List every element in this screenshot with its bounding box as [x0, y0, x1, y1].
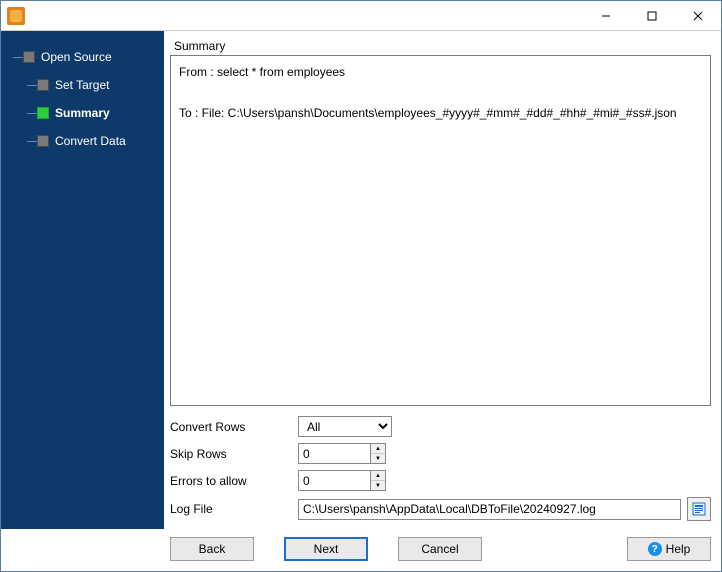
step-icon [37, 135, 49, 147]
maximize-icon [647, 11, 657, 21]
errors-spinner[interactable]: ▲ ▼ [298, 470, 386, 491]
skip-rows-spinner[interactable]: ▲ ▼ [298, 443, 386, 464]
help-button[interactable]: ? Help [627, 537, 711, 561]
minimize-icon [601, 11, 611, 21]
wizard-window: Open Source Set Target Summary Convert D… [0, 0, 722, 572]
close-icon [693, 11, 703, 21]
app-icon [7, 7, 25, 25]
maximize-button[interactable] [629, 1, 675, 31]
next-button[interactable]: Next [284, 537, 368, 561]
skip-rows-down[interactable]: ▼ [371, 454, 385, 463]
close-button[interactable] [675, 1, 721, 31]
summary-text: From : select * from employees To : File… [170, 55, 711, 406]
minimize-button[interactable] [583, 1, 629, 31]
errors-up[interactable]: ▲ [371, 471, 385, 481]
back-button[interactable]: Back [170, 537, 254, 561]
log-file-input[interactable] [298, 499, 681, 520]
sidebar-item-label: Convert Data [55, 134, 126, 148]
log-file-label: Log File [170, 502, 294, 516]
help-label: Help [666, 542, 691, 556]
sidebar-item-label: Set Target [55, 78, 109, 92]
summary-from-line: From : select * from employees [179, 62, 702, 82]
log-file-browse-button[interactable] [687, 497, 711, 521]
errors-label: Errors to allow [170, 474, 294, 488]
options-form: Convert Rows All Skip Rows ▲ ▼ [170, 416, 711, 521]
step-icon [23, 51, 35, 63]
cancel-button[interactable]: Cancel [398, 537, 482, 561]
main-panel: Summary From : select * from employees T… [164, 31, 721, 529]
errors-down[interactable]: ▼ [371, 481, 385, 490]
skip-rows-input[interactable] [298, 443, 370, 464]
sidebar-item-open-source[interactable]: Open Source [7, 43, 164, 71]
help-icon: ? [648, 542, 662, 556]
sidebar-item-set-target[interactable]: Set Target [7, 71, 164, 99]
summary-to-line: To : File: C:\Users\pansh\Documents\empl… [179, 103, 702, 123]
errors-input[interactable] [298, 470, 370, 491]
step-icon [37, 79, 49, 91]
convert-rows-label: Convert Rows [170, 420, 294, 434]
summary-title: Summary [174, 39, 709, 53]
content-area: Open Source Set Target Summary Convert D… [1, 31, 721, 529]
sidebar-item-summary[interactable]: Summary [7, 99, 164, 127]
sidebar-item-label: Open Source [41, 50, 112, 64]
wizard-sidebar: Open Source Set Target Summary Convert D… [1, 31, 164, 529]
skip-rows-label: Skip Rows [170, 447, 294, 461]
sidebar-item-label: Summary [55, 106, 110, 120]
step-icon [37, 107, 49, 119]
convert-rows-select[interactable]: All [298, 416, 392, 437]
skip-rows-up[interactable]: ▲ [371, 444, 385, 454]
wizard-buttons: Back Next Cancel ? Help [164, 529, 721, 571]
sidebar-item-convert-data[interactable]: Convert Data [7, 127, 164, 155]
titlebar [1, 1, 721, 31]
browse-icon [692, 502, 706, 516]
